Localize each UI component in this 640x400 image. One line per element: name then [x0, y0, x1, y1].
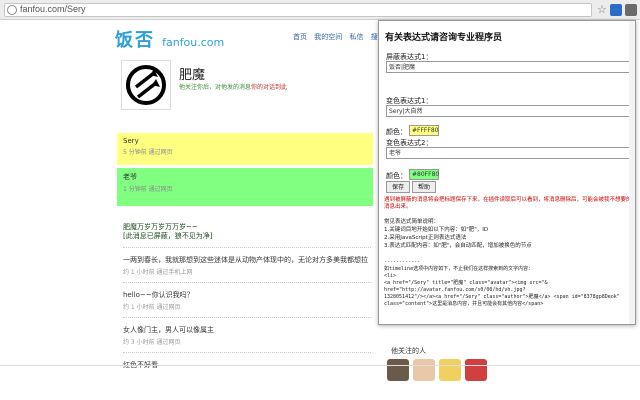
status-text: 老爷 — [123, 173, 137, 181]
feed-text: 一两到春长，我就那想到这些迷体是从动物产体现中的，无论对方多美我都想拉 — [123, 256, 368, 264]
follow-avatar[interactable] — [439, 359, 461, 381]
url-text: fanfou.com/Sery — [20, 4, 86, 14]
profile-header: 肥魔 他关注你后，对他发的消息你的对话到此 — [121, 60, 371, 112]
code-sample: ------------ 如timeline选项中内容如下，不止我们在这样搜索到… — [384, 259, 620, 307]
feed-text: hello~~你认识我吗？ — [123, 291, 194, 299]
hint-title: 常见表达式简单说明： — [384, 219, 440, 225]
status-text: Sery — [123, 137, 139, 145]
nav-home[interactable]: 首页 — [293, 33, 307, 41]
color-expr-field-2[interactable]: 老爷 — [386, 147, 634, 159]
hint-line: 3.表达式匹配内容：如"肥"，会自动匹配，增加被换色的节点 — [384, 243, 532, 249]
star-icon[interactable]: ☆ — [597, 3, 607, 16]
avatar-logo-icon — [126, 65, 166, 105]
list-item: 肥魔万岁万岁万万岁~~ [此消息已屏蔽，狼不见为净] — [123, 221, 371, 248]
color-label-1: 颜色： — [386, 128, 407, 136]
status-meta: 5 分钟前 通过网页 — [123, 149, 173, 156]
help-button[interactable]: 帮助 — [412, 181, 437, 193]
site-logo[interactable]: 饭否 fanfou.com — [115, 26, 224, 52]
following-list — [387, 359, 497, 383]
nav-space[interactable]: 我的空间 — [314, 33, 342, 41]
filter-field[interactable]: 饭否|肥魔 — [386, 61, 634, 73]
status-meta: 1 分钟前 通过网页 — [123, 186, 173, 193]
save-button[interactable]: 保存 — [386, 181, 411, 193]
nav-messages[interactable]: 私信 — [349, 33, 363, 41]
feed-text: 肥魔万岁万岁万万岁~~ [此消息已屏蔽，狼不见为净] — [123, 223, 213, 240]
extension-icon[interactable] — [610, 4, 622, 16]
popup-title: 有关表达式请咨询专业程序员 — [385, 33, 503, 43]
warning-text: 遇到被屏蔽的消息将会把标题保存下来，在插件读取后可以看到，将消息删除后，可能会被… — [384, 197, 632, 210]
logo-en: fanfou.com — [162, 36, 225, 49]
list-item: 女人像门主，男人可以像属主 约 3 小时前 通过网页 — [123, 324, 371, 353]
hint-line: 1.关键词目地开始如以下内容：如"肥"，ID — [384, 227, 489, 233]
list-item: 一两到春长，我就那想到这些迷体是从动物产体现中的，无论对方多美我都想拉 约 1 … — [123, 254, 371, 283]
list-item: hello~~你认识我吗？ 约 1 小时前 通过网页 — [123, 289, 371, 318]
follow-avatar[interactable] — [413, 359, 435, 381]
browser-window: fanfou.com/Sery ☆ 饭否 fanfou.com 首页 我的空间 … — [0, 0, 640, 400]
divider — [0, 365, 640, 366]
popup-scrollbar[interactable] — [629, 21, 635, 324]
list-item: 红色不好看 — [123, 359, 371, 376]
following-title: 他关注的人 — [391, 347, 426, 355]
follow-avatar[interactable] — [465, 359, 487, 381]
address-bar: fanfou.com/Sery ☆ — [0, 0, 640, 20]
color-expr-field-1[interactable]: Sery|大自然 — [386, 105, 634, 117]
status-highlight-yellow: Sery 5 分钟前 通过网页 — [117, 133, 373, 165]
status-highlight-green: 老爷 1 分钟前 通过网页 — [117, 168, 373, 206]
feed-meta: 约 1 小时前 通过网页 — [123, 304, 181, 311]
color-field-2[interactable]: #80FF80 — [409, 169, 439, 180]
avatar[interactable] — [121, 60, 171, 110]
profile-name: 肥魔 — [179, 68, 206, 83]
feed-meta: 约 1 小时前 通过手机上网 — [123, 269, 193, 276]
feed-text: 女人像门主，男人可以像属主 — [123, 326, 214, 334]
logo-cn: 饭否 — [115, 30, 155, 51]
globe-icon — [7, 5, 17, 15]
profile-subtitle: 他关注你后，对他发的消息你的对话到此 — [179, 84, 288, 91]
extension-popup: 有关表达式请咨询专业程序员 屏蔽表达式1： 饭否|肥魔 变色表达式1： Sery… — [378, 20, 636, 325]
timeline: 肥魔万岁万岁万万岁~~ [此消息已屏蔽，狼不见为净] 一两到春长，我就那想到这些… — [123, 221, 371, 382]
url-field[interactable] — [4, 3, 592, 17]
color-field-1[interactable]: #FFFF80 — [409, 125, 439, 136]
menu-icon[interactable] — [625, 4, 637, 16]
feed-meta: 约 3 小时前 通过网页 — [123, 339, 181, 346]
color-label-2: 颜色： — [386, 172, 407, 180]
hint-line: 2.采用JavaScript正则表达式语法 — [384, 235, 467, 241]
top-nav: 首页 我的空间 私信 搜索 — [293, 32, 390, 42]
main-column: 肥魔 他关注你后，对他发的消息你的对话到此 Sery 5 分钟前 通过网页 老爷… — [115, 56, 373, 400]
follow-avatar[interactable] — [387, 359, 409, 381]
